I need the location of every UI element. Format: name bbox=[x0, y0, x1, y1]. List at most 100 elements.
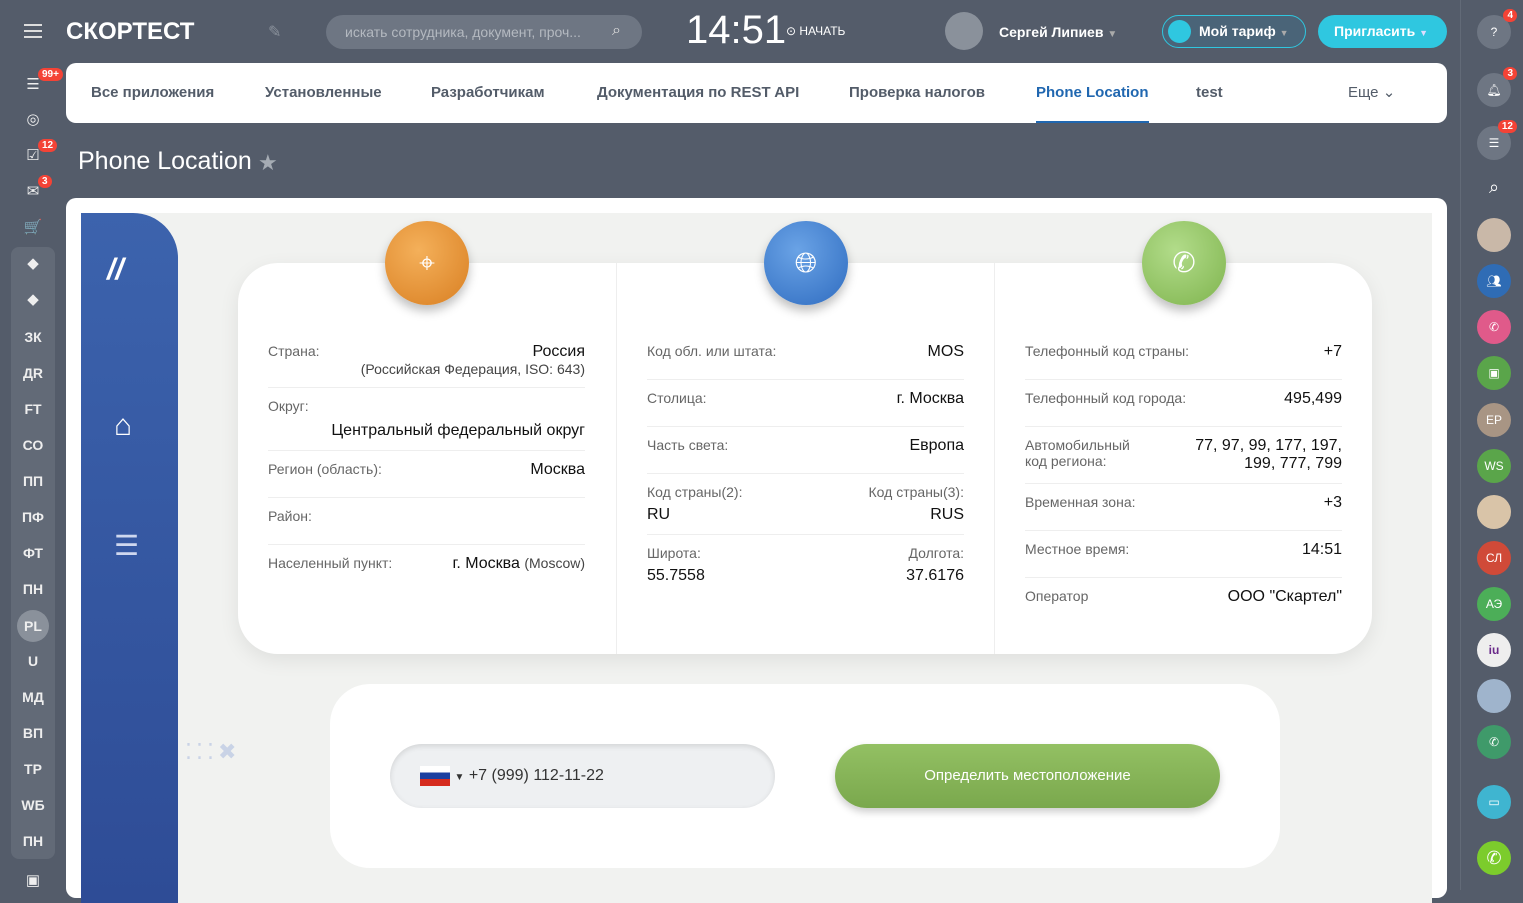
mail-icon[interactable]: ✉ 3 bbox=[18, 175, 52, 205]
info-sub: (Moscow) bbox=[524, 555, 585, 571]
contact-ws[interactable]: WS bbox=[1477, 449, 1511, 483]
country-code: +7 bbox=[468, 767, 488, 784]
info-row: Широта: 55.7558 Долгота: 37.6176 bbox=[647, 535, 964, 595]
call-icon[interactable]: ✆ bbox=[1477, 725, 1511, 759]
cart-icon[interactable]: 🛒 bbox=[18, 215, 48, 241]
info-value-wrap: Европа bbox=[909, 437, 964, 455]
settings-sliders-icon[interactable]: ☰ bbox=[114, 529, 139, 562]
russia-flag-icon[interactable] bbox=[420, 765, 450, 786]
info-label: Страна: bbox=[268, 343, 320, 359]
tab-test[interactable]: test bbox=[1196, 63, 1223, 123]
chat-icon[interactable]: ☰ 12 bbox=[1477, 120, 1517, 160]
info-label: Код страны(2): bbox=[647, 484, 743, 500]
info-row: Временная зона: +3 bbox=[1025, 484, 1342, 531]
invite-button[interactable]: Пригласить ▼ bbox=[1318, 15, 1447, 48]
search-input[interactable]: искать сотрудника, документ, проч... bbox=[326, 15, 642, 49]
info-row: Район: bbox=[268, 498, 585, 545]
sidebar-app-3[interactable]: СО bbox=[11, 430, 55, 460]
region-column: 🌐︎ Код обл. или штата: MOS Столица: г. Моск… bbox=[616, 221, 994, 654]
tab-rest-docs[interactable]: Документация по REST API bbox=[597, 63, 799, 123]
feed-icon[interactable]: ☰ 99+ bbox=[18, 68, 63, 98]
home-icon[interactable]: ⌂ bbox=[114, 409, 132, 443]
sidebar-app-13[interactable]: WБ bbox=[11, 790, 55, 820]
sidebar-app-8[interactable]: PL bbox=[11, 610, 55, 642]
tab-installed[interactable]: Установленные bbox=[265, 63, 382, 123]
contact-card-icon[interactable]: ▣ bbox=[18, 868, 48, 894]
chevron-down-icon[interactable]: ▼ bbox=[454, 772, 464, 783]
info-value-wrap: +7 bbox=[1324, 343, 1342, 361]
device-icon[interactable]: ▭ bbox=[1477, 785, 1511, 819]
info-value: Европа bbox=[909, 437, 964, 454]
contact-card-icon[interactable]: ▣ bbox=[1477, 356, 1511, 390]
target-icon[interactable]: ◎ bbox=[18, 107, 48, 133]
phone-input[interactable]: ▼ +7 (999) 112-11-22 bbox=[390, 744, 775, 808]
sidebar-app-label: ФТ bbox=[23, 545, 43, 561]
info-value-wrap: Центральный федеральный округ bbox=[331, 422, 585, 440]
tab-more[interactable]: Еще ⌄ bbox=[1348, 63, 1395, 123]
start-button[interactable]: ⊙ НАЧАТЬ bbox=[786, 24, 845, 38]
contact-avatar[interactable] bbox=[1477, 218, 1511, 252]
help-icon[interactable]: ? 4 bbox=[1477, 9, 1517, 49]
group-chat-icon[interactable]: 👥︎ bbox=[1477, 264, 1511, 298]
user-menu[interactable]: Сергей Липиев ▼ bbox=[999, 24, 1117, 40]
locate-button[interactable]: Определить местоположение bbox=[835, 744, 1220, 808]
call-icon[interactable]: ✆ bbox=[1477, 310, 1511, 344]
tab-all-apps[interactable]: Все приложения bbox=[91, 63, 214, 123]
info-value: RU bbox=[647, 506, 671, 523]
star-icon[interactable]: ★ bbox=[258, 150, 278, 176]
phone-call-icon[interactable]: ✆ bbox=[1477, 841, 1511, 875]
contact-sl[interactable]: СЛ bbox=[1477, 541, 1511, 575]
info-value: 14:51 bbox=[1301, 541, 1342, 558]
info-label: Телефонный код страны: bbox=[1025, 343, 1190, 359]
location-rows: Страна: Россия (Российская Федерация, ISO:… bbox=[268, 333, 585, 592]
right-sidebar: ? 4 🔔︎ 3 ☰ 12 ⌕ 👥︎ ✆ ▣ EP WS СЛ АЭ iu ✆ ▭ ✆ bbox=[1460, 0, 1523, 890]
page-title: Phone Location bbox=[78, 147, 252, 175]
info-value: RUS bbox=[930, 506, 964, 523]
sidebar-app-12[interactable]: ТР bbox=[11, 754, 55, 784]
box-icon[interactable]: ◆ bbox=[18, 251, 48, 277]
info-label: Округ: bbox=[268, 398, 309, 414]
tarif-label: Мой тариф bbox=[1199, 23, 1276, 39]
logo[interactable]: СКОРТЕСТ bbox=[66, 18, 194, 46]
sidebar-app-9[interactable]: U bbox=[11, 646, 55, 676]
search-icon[interactable]: ⌕ bbox=[612, 22, 621, 40]
app-iu-icon[interactable]: iu bbox=[1477, 633, 1511, 667]
notifications-badge: 3 bbox=[1503, 67, 1517, 80]
edit-icon[interactable]: ✎ bbox=[268, 22, 281, 42]
sidebar-app-7[interactable]: ПН bbox=[11, 574, 55, 604]
avatar[interactable] bbox=[945, 12, 983, 50]
sidebar-app-2[interactable]: FT bbox=[11, 394, 55, 424]
sidebar-app-10[interactable]: МД bbox=[11, 682, 55, 712]
app-first-open-icon[interactable] bbox=[1477, 679, 1511, 713]
info-value-wrap: Россия (Российская Федерация, ISO: 643) bbox=[361, 343, 585, 377]
info-value-wrap: Москва bbox=[530, 461, 585, 479]
chats-badge: 12 bbox=[1497, 120, 1517, 133]
sidebar-app-1[interactable]: ДR bbox=[11, 358, 55, 388]
bell-icon[interactable]: 🔔︎ 3 bbox=[1477, 67, 1517, 107]
box-icon[interactable]: ◆ bbox=[18, 287, 48, 313]
tab-phone-location[interactable]: Phone Location bbox=[1036, 63, 1149, 123]
sidebar-app-label: ДR bbox=[22, 365, 44, 381]
tab-developers[interactable]: Разработчикам bbox=[431, 63, 545, 123]
chevron-down-icon: ▼ bbox=[1419, 28, 1429, 38]
info-label: Местное время: bbox=[1025, 541, 1130, 557]
tarif-button[interactable]: Мой тариф ▼ bbox=[1162, 15, 1306, 48]
search-icon[interactable]: ⌕ bbox=[1477, 170, 1511, 204]
info-value-wrap: +3 bbox=[1324, 494, 1342, 512]
tab-tax-check[interactable]: Проверка налогов bbox=[849, 63, 985, 123]
menu-icon[interactable] bbox=[24, 24, 42, 38]
sidebar-app-6[interactable]: ФТ bbox=[11, 538, 55, 568]
contact-avatar[interactable] bbox=[1477, 495, 1511, 529]
sidebar-app-11[interactable]: ВП bbox=[11, 718, 55, 748]
sidebar-app-5[interactable]: ПФ bbox=[11, 502, 55, 532]
app-logo-icon: // bbox=[107, 253, 124, 286]
contact-ep[interactable]: EP bbox=[1477, 403, 1511, 437]
sidebar-app-label: PL bbox=[17, 610, 49, 642]
sidebar-app-0[interactable]: ЗК bbox=[11, 322, 55, 352]
contact-ae[interactable]: АЭ bbox=[1477, 587, 1511, 621]
phone-form: ▼ +7 (999) 112-11-22 Определить местопол… bbox=[330, 684, 1280, 868]
tasks-icon[interactable]: ☑ 12 bbox=[18, 139, 58, 169]
sidebar-app-14[interactable]: ПН bbox=[11, 826, 55, 856]
sidebar-app-4[interactable]: ПП bbox=[11, 466, 55, 496]
sidebar-app-label: WБ bbox=[21, 797, 45, 813]
